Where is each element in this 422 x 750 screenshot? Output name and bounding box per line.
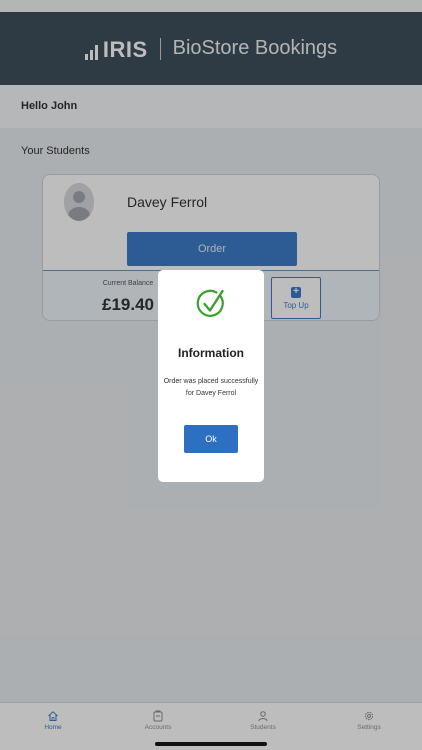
information-dialog: Information Order was placed successfull… bbox=[158, 270, 264, 482]
home-indicator bbox=[155, 742, 267, 746]
check-circle-icon bbox=[196, 289, 224, 317]
ok-button[interactable]: Ok bbox=[184, 425, 238, 453]
dialog-title: Information bbox=[178, 346, 244, 360]
dialog-message: Order was placed successfully for Davey … bbox=[163, 378, 259, 397]
